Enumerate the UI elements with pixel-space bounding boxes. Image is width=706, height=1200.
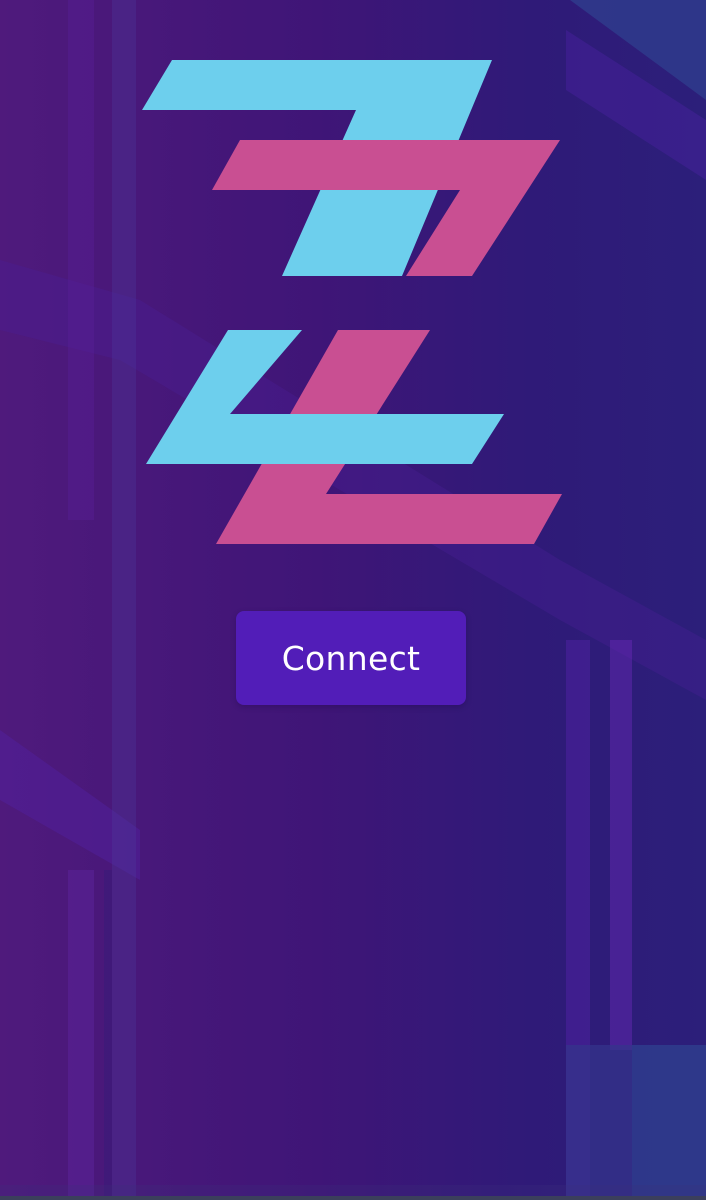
bottom-edge-divider: [0, 1196, 706, 1200]
connect-button[interactable]: Connect: [236, 611, 466, 705]
zz-logo-icon: [142, 60, 562, 544]
